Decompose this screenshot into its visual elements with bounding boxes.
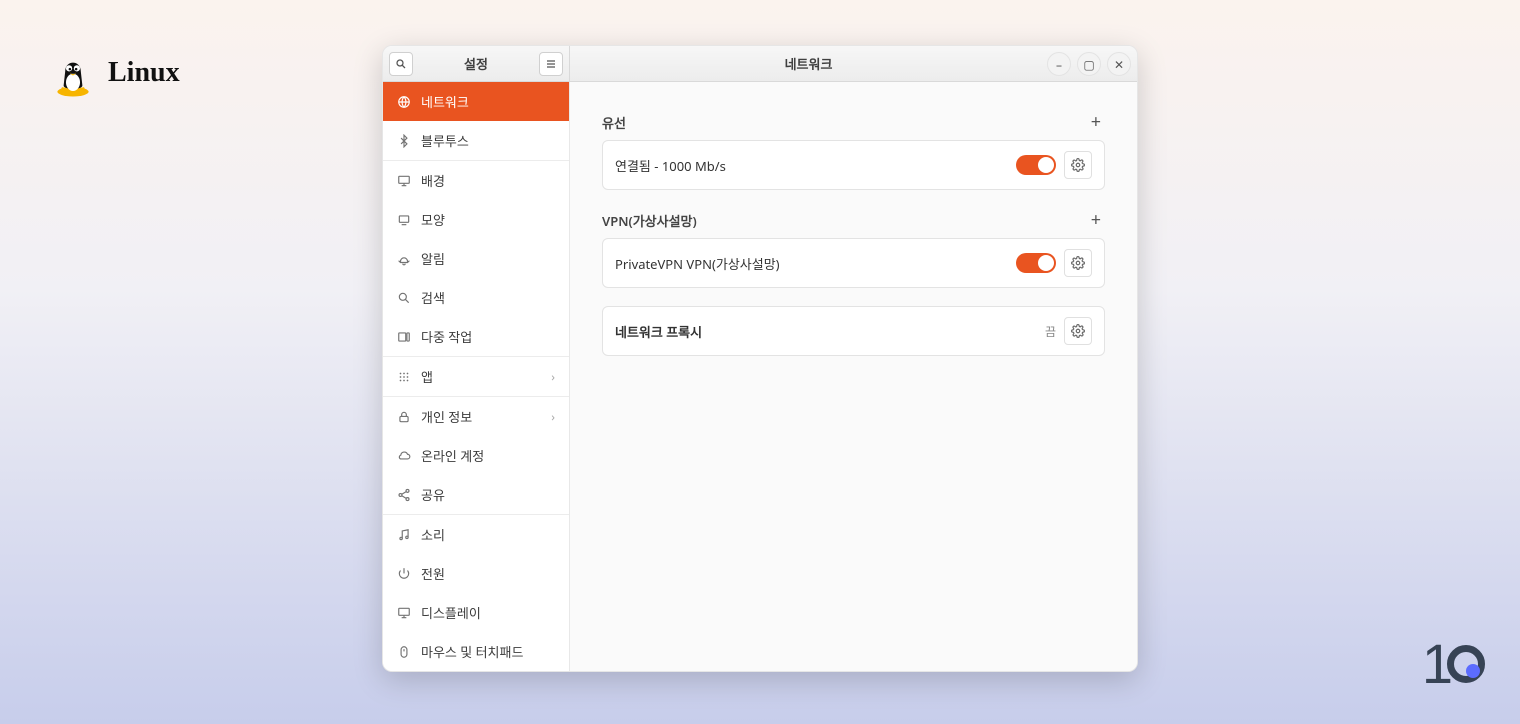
cloud-icon [397, 449, 411, 463]
display-icon [397, 606, 411, 620]
vpn-title: VPN(가상사설망) [602, 211, 697, 230]
sidebar-item-label: 공유 [421, 485, 445, 504]
section-wired-header: 유선 + [602, 110, 1105, 134]
vpn-settings-button[interactable] [1064, 249, 1092, 277]
sidebar-item-label: 네트워크 [421, 92, 469, 111]
sidebar-item-background[interactable]: 배경 [383, 161, 569, 200]
chevron-right-icon: › [551, 368, 555, 385]
linux-logo: Linux [48, 48, 180, 98]
maximize-icon: ▢ [1083, 56, 1094, 73]
minimize-button[interactable]: – [1047, 52, 1071, 76]
sidebar-item-bluetooth[interactable]: 블루투스 [383, 121, 569, 160]
bluetooth-icon [397, 134, 411, 148]
search-button[interactable] [389, 52, 413, 76]
menu-button[interactable] [539, 52, 563, 76]
logo-text: Linux [108, 57, 180, 89]
sidebar-title: 설정 [419, 54, 533, 73]
gear-icon [1071, 324, 1085, 338]
minimize-icon: – [1056, 56, 1062, 73]
window-title: 네트워크 [570, 54, 1047, 73]
close-button[interactable]: ✕ [1107, 52, 1131, 76]
tux-icon [48, 48, 98, 98]
sidebar-item-label: 다중 작업 [421, 327, 472, 346]
bell-icon [397, 252, 411, 266]
sidebar-item-apps[interactable]: 앱› [383, 357, 569, 396]
power-icon [397, 567, 411, 581]
gear-icon [1071, 158, 1085, 172]
search-icon [397, 291, 411, 305]
add-wired-button[interactable]: + [1087, 110, 1105, 134]
search-icon [395, 58, 407, 70]
sidebar-item-label: 소리 [421, 525, 445, 544]
desktop-icon [397, 174, 411, 188]
titlebar: 설정 네트워크 – ▢ ✕ [383, 46, 1137, 82]
brand-10-logo: 1 [1422, 631, 1485, 696]
sidebar-item-notif[interactable]: 알림 [383, 239, 569, 278]
sidebar-item-label: 디스플레이 [421, 603, 481, 622]
section-vpn-header: VPN(가상사설망) + [602, 208, 1105, 232]
sidebar-item-mouse[interactable]: 마우스 및 터치패드 [383, 632, 569, 671]
sidebar-item-privacy[interactable]: 개인 정보 › [383, 397, 569, 436]
display-sm-icon [397, 213, 411, 227]
sidebar-item-appearance[interactable]: 모양 [383, 200, 569, 239]
sidebar-item-label: 온라인 계정 [421, 446, 484, 465]
sidebar-item-sound[interactable]: 소리 [383, 515, 569, 554]
sidebar-item-label: 앱 [421, 367, 433, 386]
globe-icon [397, 95, 411, 109]
maximize-button[interactable]: ▢ [1077, 52, 1101, 76]
sidebar-item-display[interactable]: 디스플레이 [383, 593, 569, 632]
music-icon [397, 528, 411, 542]
wired-card: 연결됨 - 1000 Mb/s [602, 140, 1105, 190]
mouse-icon [397, 645, 411, 659]
vpn-connection-label: PrivateVPN VPN(가상사설망) [615, 254, 780, 273]
sidebar-item-label: 블루투스 [421, 131, 469, 150]
sidebar-item-online[interactable]: 온라인 계정 [383, 436, 569, 475]
sidebar-item-label: 마우스 및 터치패드 [421, 642, 523, 661]
content-panel: 유선 + 연결됨 - 1000 Mb/s VPN(가상사설망) + Privat… [570, 82, 1137, 671]
sidebar-item-search[interactable]: 검색 [383, 278, 569, 317]
wired-title: 유선 [602, 113, 626, 132]
gear-icon [1071, 256, 1085, 270]
vpn-toggle[interactable] [1016, 253, 1056, 273]
close-icon: ✕ [1114, 56, 1124, 73]
vpn-card: PrivateVPN VPN(가상사설망) [602, 238, 1105, 288]
sidebar-item-label: 알림 [421, 249, 445, 268]
grid-icon [397, 370, 411, 384]
sidebar-item-label: 검색 [421, 288, 445, 307]
wired-settings-button[interactable] [1064, 151, 1092, 179]
brand-0-glyph [1447, 645, 1485, 683]
sidebar-item-share[interactable]: 공유 [383, 475, 569, 514]
share-icon [397, 488, 411, 502]
sidebar: 네트워크블루투스배경모양알림검색다중 작업앱›개인 정보›온라인 계정공유소리전… [383, 82, 570, 671]
sidebar-item-label: 모양 [421, 210, 445, 229]
proxy-status: 끔 [1045, 323, 1056, 340]
wired-connection-label: 연결됨 - 1000 Mb/s [615, 156, 726, 175]
wired-toggle[interactable] [1016, 155, 1056, 175]
hamburger-icon [545, 58, 557, 70]
proxy-settings-button[interactable] [1064, 317, 1092, 345]
settings-window: 설정 네트워크 – ▢ ✕ 네트워크블루투스배경모양알림검색다중 작업앱›개인 … [382, 45, 1138, 672]
sidebar-item-label: 전원 [421, 564, 445, 583]
lock-icon [397, 410, 411, 424]
sidebar-item-label: 배경 [421, 171, 445, 190]
multitask-icon [397, 330, 411, 344]
chevron-right-icon: › [551, 408, 555, 425]
sidebar-item-power[interactable]: 전원 [383, 554, 569, 593]
proxy-title: 네트워크 프록시 [615, 322, 702, 341]
add-vpn-button[interactable]: + [1087, 208, 1105, 232]
sidebar-item-multitask[interactable]: 다중 작업 [383, 317, 569, 356]
sidebar-item-label: 개인 정보 [421, 407, 472, 426]
sidebar-item-network[interactable]: 네트워크 [383, 82, 569, 121]
proxy-card[interactable]: 네트워크 프록시 끔 [602, 306, 1105, 356]
